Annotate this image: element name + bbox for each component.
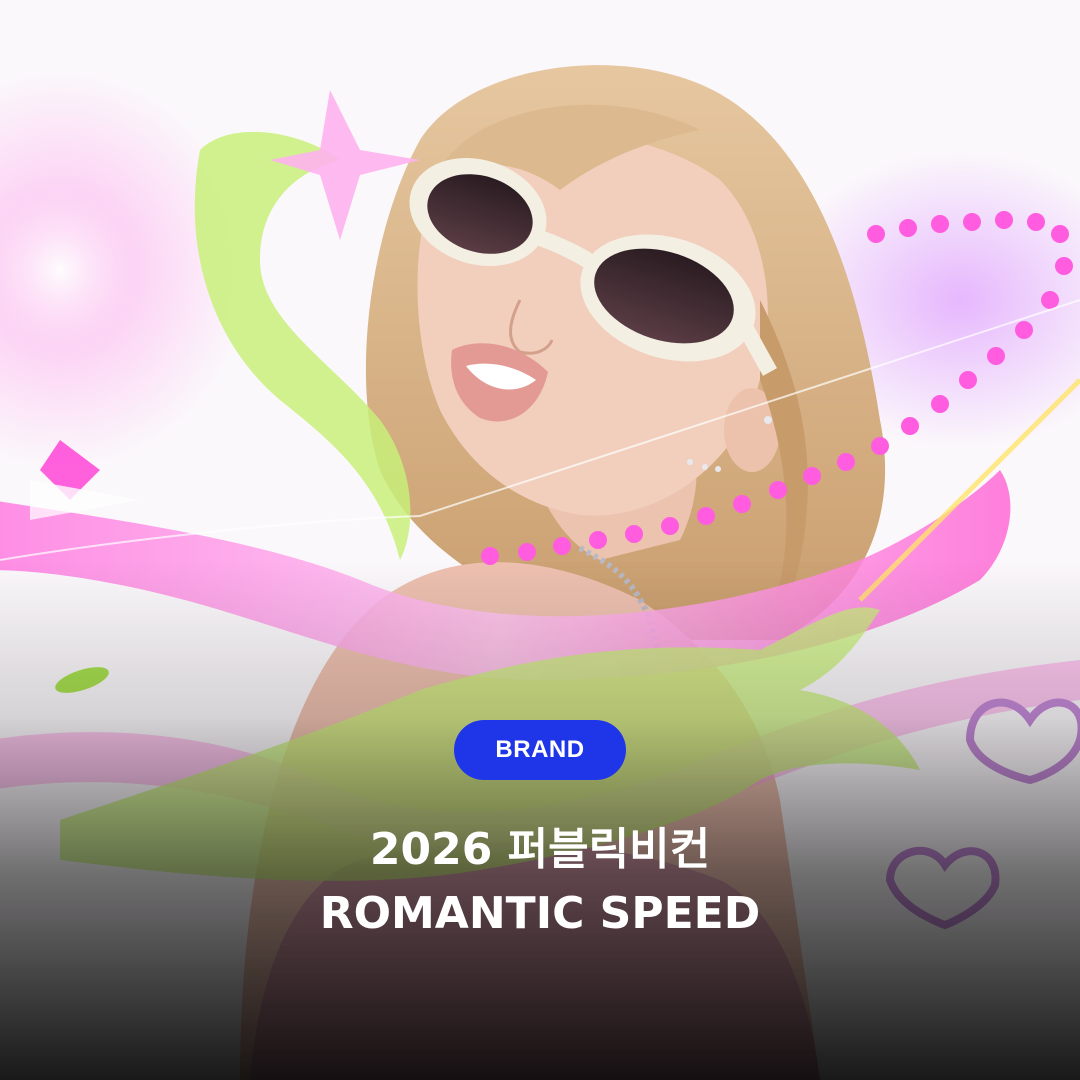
brand-badge[interactable]: BRAND (454, 720, 626, 780)
card-info: BRAND 2026 퍼블릭비컨 ROMANTIC SPEED (0, 720, 1080, 946)
earring-stud-shape (715, 466, 721, 472)
earring-shape (764, 416, 772, 424)
earring-stud-shape (702, 464, 708, 470)
card-title-line-2: ROMANTIC SPEED (319, 888, 761, 939)
card-title[interactable]: 2026 퍼블릭비컨 ROMANTIC SPEED (320, 818, 761, 946)
earring-stud-shape (687, 459, 693, 465)
article-card[interactable]: BRAND 2026 퍼블릭비컨 ROMANTIC SPEED (0, 0, 1080, 1080)
card-title-line-1: 2026 퍼블릭비컨 (369, 824, 711, 875)
